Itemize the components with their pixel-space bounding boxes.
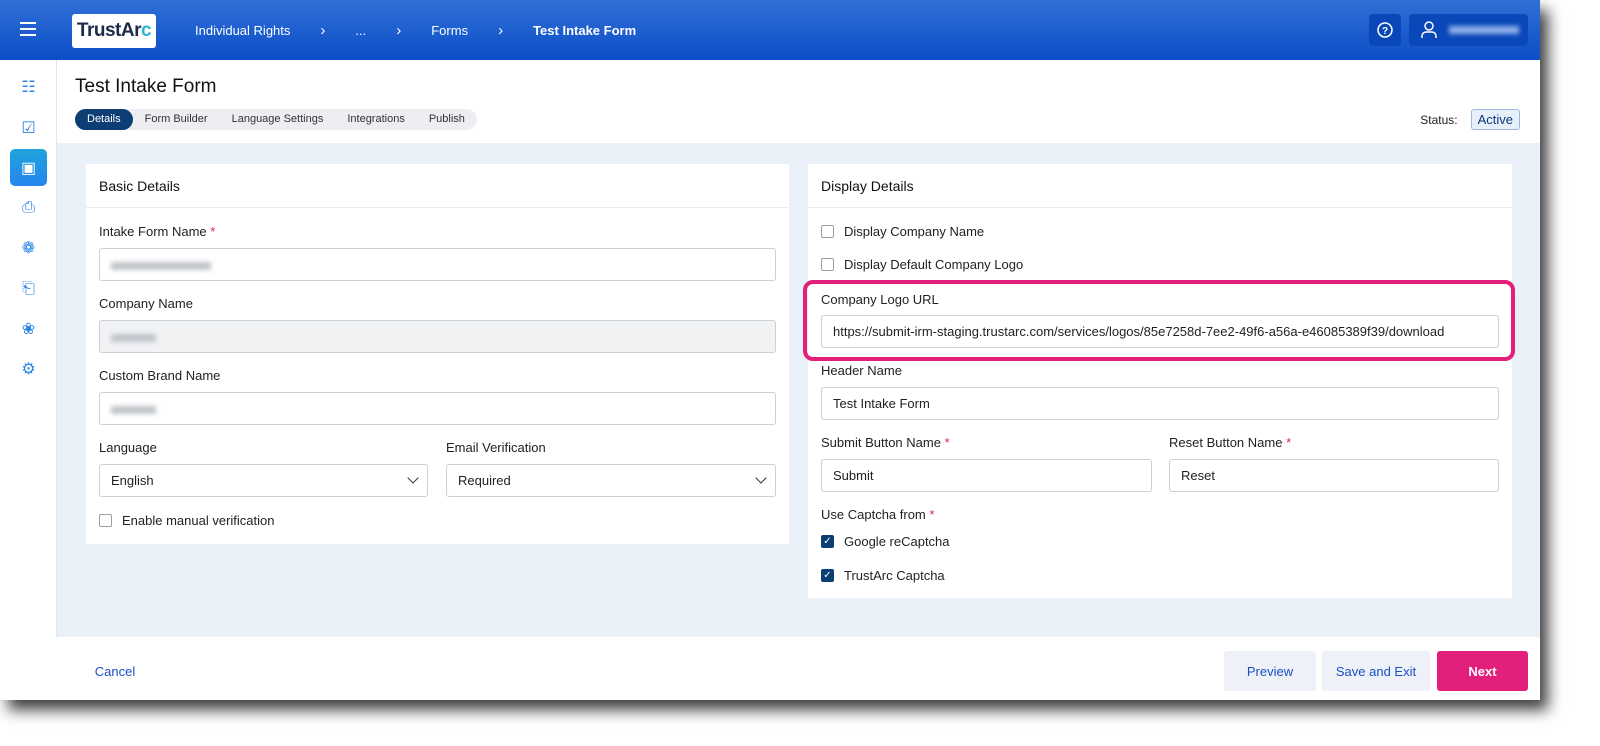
reset-button-name-label: Reset Button Name * — [1169, 435, 1292, 450]
check-icon: ✓ — [821, 535, 834, 548]
tab-details[interactable]: Details — [75, 109, 133, 130]
next-button[interactable]: Next — [1437, 651, 1528, 691]
clipboard-check-icon: ☑ — [21, 119, 36, 137]
user-name-redacted — [1449, 26, 1519, 34]
email-verification-select[interactable]: Required — [446, 464, 776, 497]
chevron-right-icon: › — [320, 21, 326, 39]
save-and-exit-button[interactable]: Save and Exit — [1322, 651, 1430, 691]
checkbox-label: Enable manual verification — [122, 513, 275, 528]
footer-bar: Cancel Preview Save and Exit Next — [0, 637, 1540, 700]
header-name-label: Header Name — [821, 363, 902, 378]
sidebar: ☷ ☑ ▣ ⎙ ❁ ⎗ ❀ ⚙ — [0, 60, 57, 700]
captcha-label: Use Captcha from * — [821, 507, 935, 522]
chevron-down-icon — [755, 472, 767, 484]
sidebar-item-intelligence[interactable]: ❀ — [10, 310, 47, 347]
submit-button-name-label: Submit Button Name * — [821, 435, 950, 450]
company-name-label: Company Name — [99, 296, 193, 311]
checkbox-unchecked — [99, 514, 112, 527]
basic-details-card: Basic Details Intake Form Name * Company… — [86, 164, 789, 544]
breadcrumb: Individual Rights › ... › Forms › Test I… — [195, 0, 636, 60]
breadcrumb-ellipsis[interactable]: ... — [355, 23, 366, 38]
checkbox-label: Google reCaptcha — [844, 534, 950, 549]
trustarc-logo[interactable]: TrustArc — [72, 14, 156, 48]
form-name-label: Intake Form Name * — [99, 224, 216, 239]
checkbox-unchecked — [821, 258, 834, 271]
sidebar-item-data-flow[interactable]: ☷ — [10, 68, 47, 105]
language-label: Language — [99, 440, 157, 455]
user-document-icon: ⎙ — [22, 198, 35, 216]
help-icon: ? — [1377, 22, 1393, 38]
display-company-name-checkbox[interactable]: Display Company Name — [821, 224, 984, 239]
chevron-down-icon — [407, 472, 419, 484]
form-name-input[interactable] — [99, 248, 776, 281]
chevron-right-icon: › — [396, 21, 402, 39]
top-header: TrustArc Individual Rights › ... › Forms… — [0, 0, 1540, 60]
tab-publish[interactable]: Publish — [417, 109, 477, 130]
cookie-icon: ❁ — [21, 239, 36, 257]
sidebar-item-contacts[interactable]: ⎙ — [10, 189, 47, 226]
cancel-button[interactable]: Cancel — [80, 651, 150, 691]
highlight-annotation — [803, 280, 1515, 361]
tab-form-builder[interactable]: Form Builder — [133, 109, 220, 130]
header-name-input[interactable]: Test Intake Form — [821, 387, 1499, 420]
checkbox-label: Display Default Company Logo — [844, 257, 1024, 272]
reset-button-name-input[interactable]: Reset — [1169, 459, 1499, 492]
status-label: Status: — [1420, 112, 1458, 127]
user-menu-button[interactable] — [1409, 14, 1528, 46]
checkbox-unchecked — [821, 225, 834, 238]
sidebar-item-cookies[interactable]: ❁ — [10, 229, 47, 266]
google-recaptcha-checkbox[interactable]: ✓ Google reCaptcha — [821, 534, 950, 549]
breadcrumb-forms[interactable]: Forms — [431, 23, 468, 38]
help-button[interactable]: ? — [1369, 14, 1401, 46]
checkbox-label: TrustArc Captcha — [844, 568, 945, 583]
preview-button[interactable]: Preview — [1224, 651, 1316, 691]
document-badge-icon: ⎗ — [22, 279, 35, 297]
page-header: Test Intake Form Details Form Builder La… — [57, 60, 1540, 143]
brand-name-input[interactable] — [99, 392, 776, 425]
manual-verification-checkbox[interactable]: Enable manual verification — [99, 513, 274, 528]
sidebar-item-settings[interactable]: ⚙ — [10, 350, 47, 387]
monitor-user-icon: ▣ — [20, 159, 37, 177]
display-details-title: Display Details — [808, 164, 1512, 208]
menu-icon[interactable] — [20, 22, 36, 36]
sidebar-item-individual-rights[interactable]: ▣ — [10, 149, 47, 186]
display-default-logo-checkbox[interactable]: Display Default Company Logo — [821, 257, 1023, 272]
tab-bar: Details Form Builder Language Settings I… — [75, 109, 477, 130]
brand-name-label: Custom Brand Name — [99, 368, 221, 383]
hierarchy-icon: ☷ — [21, 78, 36, 96]
check-icon: ✓ — [821, 569, 834, 582]
brain-icon: ❀ — [21, 320, 36, 338]
company-name-input — [99, 320, 776, 353]
language-select[interactable]: English — [99, 464, 428, 497]
display-details-card: Display Details Display Company Name Dis… — [808, 164, 1512, 598]
chevron-right-icon: › — [498, 21, 504, 39]
status: Status: Active — [1420, 109, 1520, 130]
tab-integrations[interactable]: Integrations — [335, 109, 416, 130]
app-window: TrustArc Individual Rights › ... › Forms… — [0, 0, 1540, 700]
svg-text:?: ? — [1382, 26, 1388, 37]
status-badge: Active — [1470, 109, 1520, 130]
user-icon — [1421, 21, 1437, 38]
checkbox-label: Display Company Name — [844, 224, 985, 239]
submit-button-name-input[interactable]: Submit — [821, 459, 1152, 492]
tab-language-settings[interactable]: Language Settings — [220, 109, 336, 130]
breadcrumb-current: Test Intake Form — [533, 22, 637, 38]
trustarc-captcha-checkbox[interactable]: ✓ TrustArc Captcha — [821, 568, 945, 583]
sidebar-item-assessments[interactable]: ☑ — [10, 109, 47, 146]
page-title: Test Intake Form — [75, 76, 217, 97]
sidebar-item-reports[interactable]: ⎗ — [10, 270, 47, 307]
breadcrumb-individual-rights[interactable]: Individual Rights — [195, 23, 290, 38]
basic-details-title: Basic Details — [86, 164, 789, 208]
email-verification-label: Email Verification — [446, 440, 546, 455]
gear-icon: ⚙ — [21, 360, 36, 378]
